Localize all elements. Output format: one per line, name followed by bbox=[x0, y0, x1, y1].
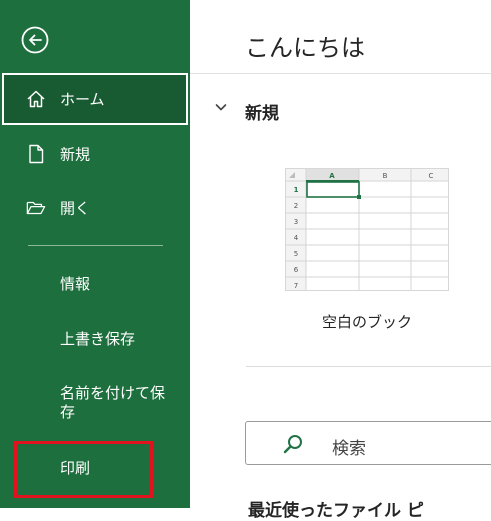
section-title-new: 新規 bbox=[245, 104, 279, 124]
nav-item-home-label: ホーム bbox=[60, 90, 105, 109]
open-folder-icon bbox=[26, 198, 46, 218]
nav-item-new-label: 新規 bbox=[60, 145, 91, 164]
nav-item-save[interactable]: 上書き保存 bbox=[60, 330, 135, 349]
chevron-down-icon[interactable] bbox=[214, 100, 228, 114]
svg-text:C: C bbox=[429, 172, 434, 180]
svg-text:A: A bbox=[329, 172, 335, 180]
header-divider bbox=[190, 73, 491, 74]
back-arrow-icon bbox=[21, 26, 49, 54]
backstage-sidebar: ホーム 新規 開く 情報 上書き保存 名前を付けて保 存 印刷 bbox=[0, 0, 190, 508]
blank-workbook-label[interactable]: 空白のブック bbox=[285, 311, 449, 332]
backstage-main: こんにちは 新規 A B C 1 2 3 4 5 6 7 空白のブック 検索 最… bbox=[190, 0, 491, 521]
spreadsheet-grid-icon: A B C 1 2 3 4 5 6 7 bbox=[286, 169, 448, 290]
back-button[interactable] bbox=[21, 26, 49, 54]
svg-text:3: 3 bbox=[294, 218, 298, 226]
nav-item-info[interactable]: 情報 bbox=[60, 275, 90, 294]
home-icon bbox=[26, 89, 46, 109]
nav-item-new[interactable]: 新規 bbox=[0, 128, 190, 180]
svg-text:6: 6 bbox=[294, 266, 299, 274]
blank-workbook-thumbnail[interactable]: A B C 1 2 3 4 5 6 7 bbox=[285, 168, 449, 291]
sidebar-divider bbox=[28, 245, 163, 246]
search-box[interactable]: 検索 bbox=[245, 421, 491, 465]
svg-text:2: 2 bbox=[294, 202, 298, 210]
svg-text:B: B bbox=[383, 172, 388, 180]
page-title: こんにちは bbox=[245, 34, 365, 62]
recent-files-heading: 最近使ったファイル ピ bbox=[248, 501, 424, 521]
svg-text:1: 1 bbox=[294, 186, 299, 194]
nav-item-save-as-line2: 存 bbox=[60, 403, 76, 421]
svg-text:5: 5 bbox=[294, 250, 298, 258]
nav-item-save-as-line1: 名前を付けて保 bbox=[60, 384, 166, 402]
nav-item-save-as[interactable]: 名前を付けて保 存 bbox=[60, 384, 165, 422]
svg-text:4: 4 bbox=[294, 234, 299, 242]
nav-item-open-label: 開く bbox=[60, 199, 91, 218]
svg-text:7: 7 bbox=[294, 282, 298, 290]
section-divider bbox=[246, 366, 491, 367]
nav-item-home[interactable]: ホーム bbox=[2, 73, 188, 125]
print-highlight-box bbox=[14, 441, 153, 498]
nav-item-open[interactable]: 開く bbox=[0, 182, 190, 234]
new-document-icon bbox=[26, 144, 46, 164]
search-icon bbox=[283, 435, 302, 454]
search-input[interactable]: 検索 bbox=[332, 434, 366, 459]
